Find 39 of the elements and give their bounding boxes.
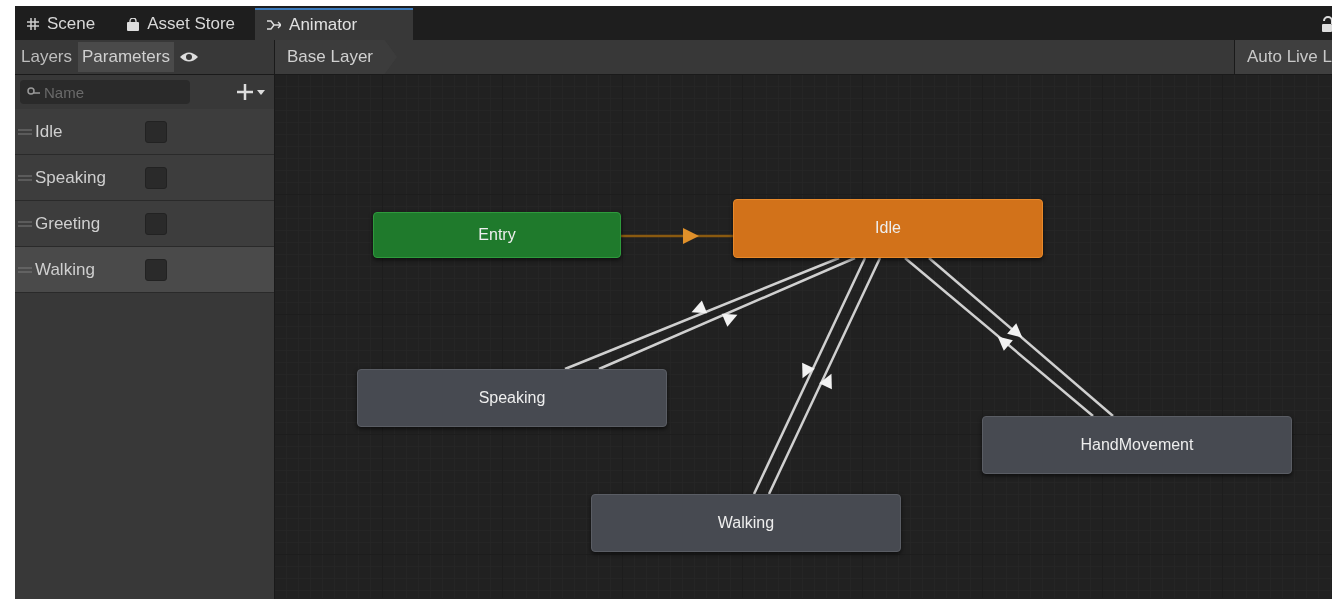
bag-icon (127, 17, 140, 31)
lock-icon[interactable] (1322, 16, 1332, 32)
drag-handle-icon[interactable] (18, 220, 32, 227)
parameter-checkbox[interactable] (145, 120, 167, 143)
panel-tab[interactable]: Layers (17, 42, 77, 72)
transition-arrow[interactable] (752, 257, 882, 495)
state-node[interactable]: HandMovement (982, 416, 1292, 474)
editor-tab[interactable]: Asset Store (115, 8, 256, 40)
parameter-name: Speaking (35, 166, 107, 189)
search-icon (27, 87, 41, 97)
auto-live-link-button[interactable]: Auto Live L (1233, 40, 1332, 74)
editor-tab[interactable]: Scene (15, 8, 116, 40)
editor-tab[interactable]: Animator (255, 8, 414, 40)
parameter-row[interactable]: Speaking (15, 155, 274, 201)
breadcrumb[interactable]: Base Layer (275, 40, 397, 74)
transition-arrow[interactable] (904, 257, 1114, 417)
panel-tab[interactable]: Parameters (78, 42, 174, 72)
state-node[interactable]: Entry (373, 212, 621, 258)
parameter-row[interactable]: Greeting (15, 201, 274, 247)
search-field[interactable]: Name (20, 80, 190, 104)
drag-handle-icon[interactable] (18, 174, 32, 181)
transition-arrow[interactable] (564, 256, 856, 371)
drag-handle-icon[interactable] (18, 128, 32, 135)
branch-icon (267, 20, 282, 30)
drag-handle-icon[interactable] (18, 266, 32, 273)
transition-arrow[interactable] (621, 228, 733, 244)
parameter-checkbox[interactable] (145, 212, 167, 235)
parameter-row[interactable]: Idle (15, 109, 274, 155)
parameter-name: Idle (35, 120, 64, 143)
parameter-checkbox[interactable] (145, 258, 167, 281)
state-node[interactable]: Speaking (357, 369, 667, 427)
add-dropdown-icon[interactable] (237, 83, 265, 101)
state-node[interactable]: Walking (591, 494, 901, 552)
parameter-checkbox[interactable] (145, 166, 167, 189)
parameter-name: Greeting (35, 212, 102, 235)
parameter-name: Walking (35, 258, 96, 281)
eye-icon[interactable] (179, 51, 198, 63)
parameter-row[interactable]: Walking (15, 247, 274, 293)
grid-icon (27, 18, 39, 30)
